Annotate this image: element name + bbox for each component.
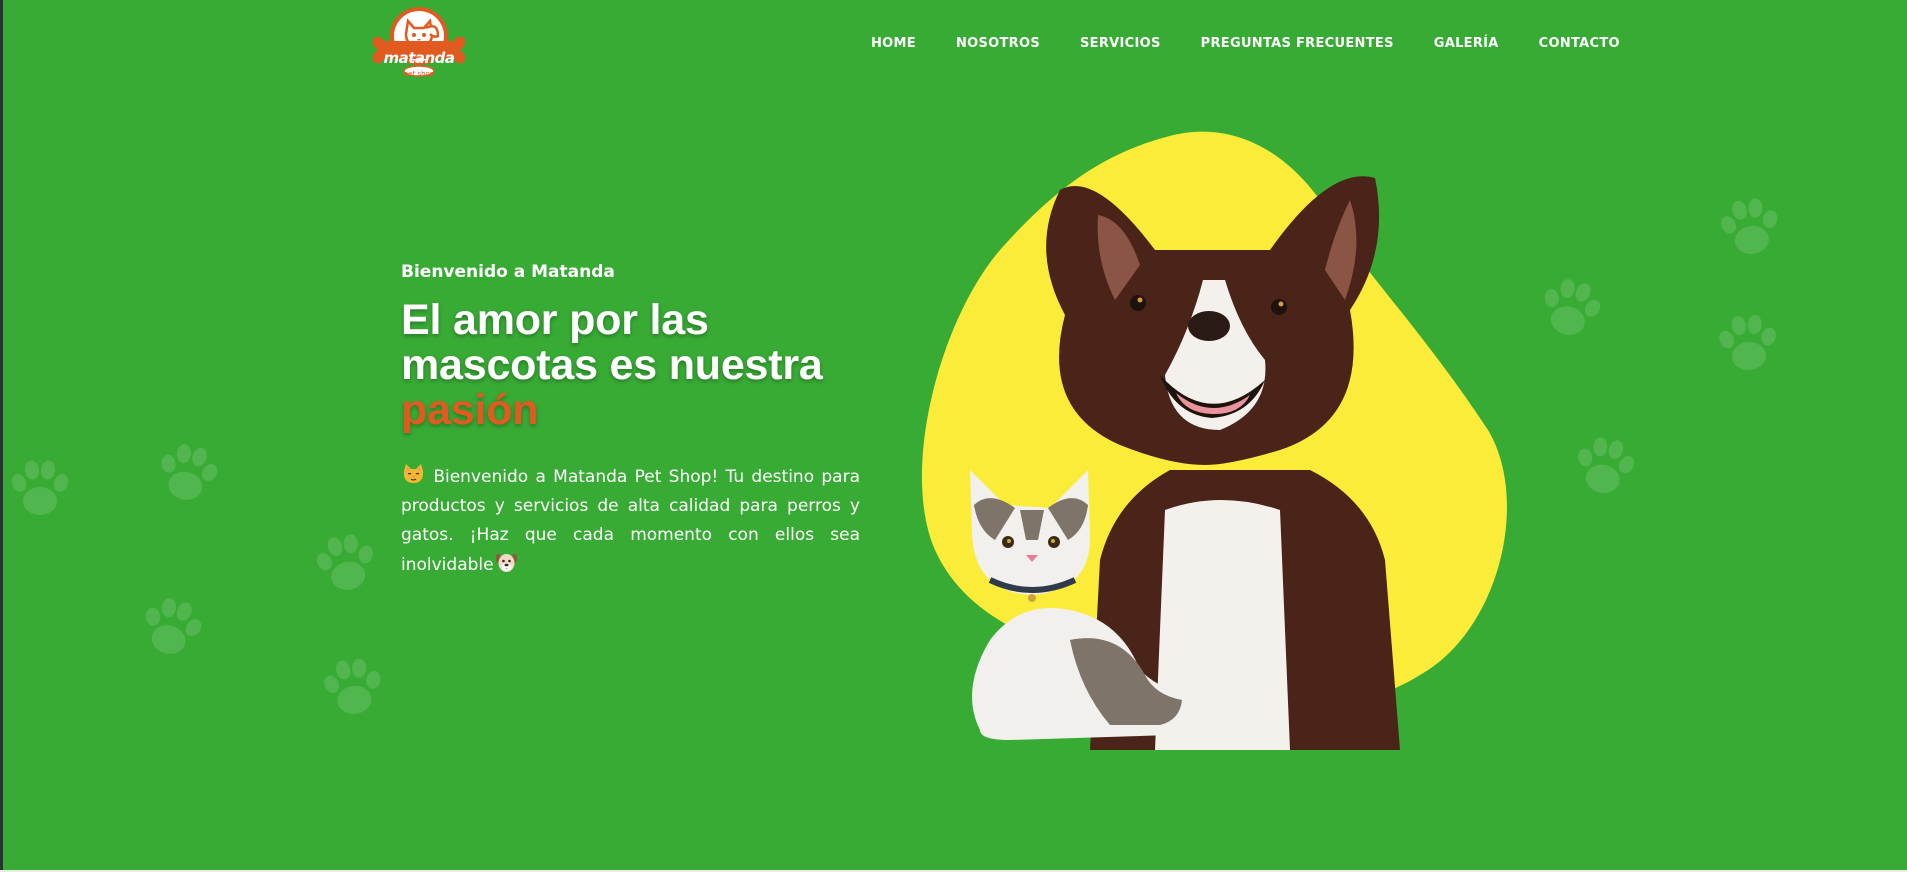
hero-pets-image bbox=[920, 130, 1510, 755]
paw-print-icon bbox=[123, 578, 221, 676]
brand-name: matanda bbox=[383, 49, 455, 67]
hero-eyebrow: Bienvenido a Matanda bbox=[401, 262, 615, 282]
paw-print-icon bbox=[1705, 182, 1795, 272]
hero-intro: Bienvenido a Matanda Pet Shop! Tu destin… bbox=[401, 462, 860, 580]
paw-print-icon bbox=[1523, 260, 1620, 357]
hero-intro-text: Bienvenido a Matanda Pet Shop! Tu destin… bbox=[401, 467, 861, 575]
paw-print-icon bbox=[0, 448, 80, 528]
hero-headline: El amor por las mascotas es nuestra pasi… bbox=[401, 298, 871, 433]
hero-headline-accent: pasión bbox=[401, 386, 539, 434]
cat-face-icon bbox=[401, 462, 426, 487]
nav-item-home[interactable]: HOME bbox=[871, 36, 916, 51]
paw-print-icon bbox=[1705, 300, 1790, 385]
nav-item-preguntas-frecuentes[interactable]: PREGUNTAS FRECUENTES bbox=[1201, 36, 1394, 51]
dog-face-icon bbox=[494, 550, 519, 575]
nav-item-nosotros[interactable]: NOSOTROS bbox=[956, 36, 1040, 51]
left-edge-bar bbox=[0, 0, 3, 872]
paw-print-icon bbox=[300, 517, 393, 610]
nav-item-servicios[interactable]: SERVICIOS bbox=[1080, 36, 1161, 51]
brand-tagline: pet shop bbox=[403, 70, 435, 78]
paw-print-icon bbox=[309, 643, 397, 731]
main-nav: HOME NOSOTROS SERVICIOS PREGUNTAS FRECUE… bbox=[871, 36, 1620, 51]
paw-print-icon bbox=[141, 426, 236, 521]
paw-print-icon bbox=[1559, 420, 1652, 513]
nav-item-galeria[interactable]: GALERÍA bbox=[1434, 36, 1499, 51]
nav-item-contacto[interactable]: CONTACTO bbox=[1539, 36, 1620, 51]
brand-logo[interactable]: matanda pet shop bbox=[368, 6, 470, 82]
hero-headline-main: El amor por las mascotas es nuestra bbox=[401, 296, 823, 389]
